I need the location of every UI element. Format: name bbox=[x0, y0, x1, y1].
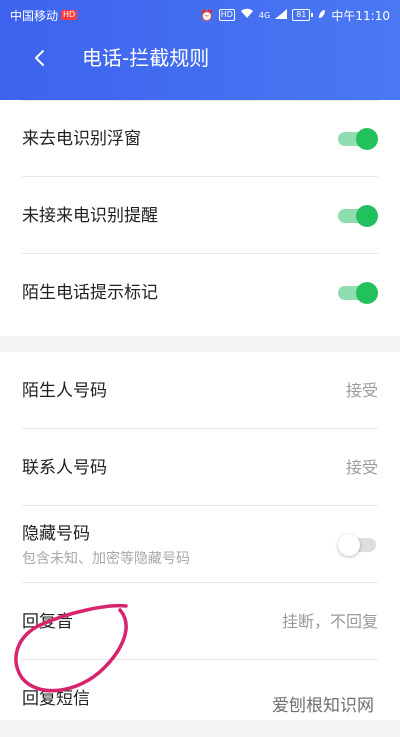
hd-badge: HD bbox=[218, 9, 235, 21]
hidden-number-toggle[interactable] bbox=[338, 533, 378, 557]
setting-label: 来去电识别浮窗 bbox=[22, 129, 141, 149]
signal-icon bbox=[275, 8, 288, 22]
rule-value: 接受 bbox=[345, 458, 378, 477]
title-bar: 电话-拦截规则 bbox=[0, 38, 400, 78]
rule-label: 联系人号码 bbox=[22, 458, 107, 478]
rule-description: 包含未知、加密等隐藏号码 bbox=[22, 551, 190, 567]
setting-call-recognition-popup[interactable]: 来去电识别浮窗 bbox=[22, 100, 378, 177]
call-recognition-popup-toggle[interactable] bbox=[338, 127, 378, 151]
battery-tip bbox=[311, 13, 314, 17]
status-left: 中国移动 HD bbox=[10, 7, 78, 24]
toggle-knob bbox=[356, 128, 378, 150]
toggle-knob bbox=[356, 282, 378, 304]
setting-label: 未接来电识别提醒 bbox=[22, 206, 158, 226]
watermark: 爱刨根知识网 bbox=[272, 696, 374, 716]
rule-value: 挂断，不回复 bbox=[281, 612, 378, 631]
rule-label: 隐藏号码 bbox=[22, 524, 90, 544]
rule-label: 回复短信 bbox=[22, 689, 90, 709]
setting-missed-call-alert[interactable]: 未接来电识别提醒 bbox=[22, 177, 378, 254]
status-right: ⏰ HD 4G 81 中午11:10 bbox=[200, 7, 390, 24]
toggle-knob bbox=[356, 205, 378, 227]
rule-value: 接受 bbox=[345, 381, 378, 400]
alarm-icon: ⏰ bbox=[200, 8, 214, 22]
carrier-name: 中国移动 bbox=[10, 8, 59, 23]
back-arrow-icon[interactable] bbox=[30, 48, 50, 68]
network-type: 4G bbox=[258, 10, 271, 20]
rule-label: 陌生人号码 bbox=[22, 381, 107, 401]
page-title: 电话-拦截规则 bbox=[82, 46, 210, 70]
wifi-icon bbox=[240, 8, 254, 22]
rule-hidden-number[interactable]: 隐藏号码 包含未知、加密等隐藏号码 bbox=[22, 506, 378, 583]
recognition-settings-card: 来去电识别浮窗 未接来电识别提醒 陌生电话提示标记 bbox=[0, 100, 400, 336]
rule-label: 回复音 bbox=[22, 612, 73, 632]
rule-contact-number[interactable]: 联系人号码 接受 bbox=[22, 429, 378, 506]
setting-label: 陌生电话提示标记 bbox=[22, 283, 158, 303]
leaf-icon bbox=[318, 9, 326, 22]
app-header: 中国移动 HD ⏰ HD 4G 81 中午11:10 电话-拦截规则 bbox=[0, 0, 400, 100]
stranger-call-mark-toggle[interactable] bbox=[338, 281, 378, 305]
interception-rules-card: 陌生人号码 接受 联系人号码 接受 隐藏号码 包含未知、加密等隐藏号码 回复音 … bbox=[0, 352, 400, 720]
battery-level: 81 bbox=[292, 9, 311, 21]
carrier-badge: HD bbox=[61, 10, 78, 20]
setting-stranger-call-mark[interactable]: 陌生电话提示标记 bbox=[22, 254, 378, 331]
status-bar: 中国移动 HD ⏰ HD 4G 81 中午11:10 bbox=[10, 6, 390, 24]
battery-indicator: 81 bbox=[292, 9, 314, 21]
rule-reply-tone[interactable]: 回复音 挂断，不回复 bbox=[22, 583, 378, 660]
rule-stranger-number[interactable]: 陌生人号码 接受 bbox=[22, 352, 378, 429]
status-time: 中午11:10 bbox=[331, 8, 390, 23]
toggle-knob bbox=[338, 534, 360, 556]
missed-call-alert-toggle[interactable] bbox=[338, 204, 378, 228]
